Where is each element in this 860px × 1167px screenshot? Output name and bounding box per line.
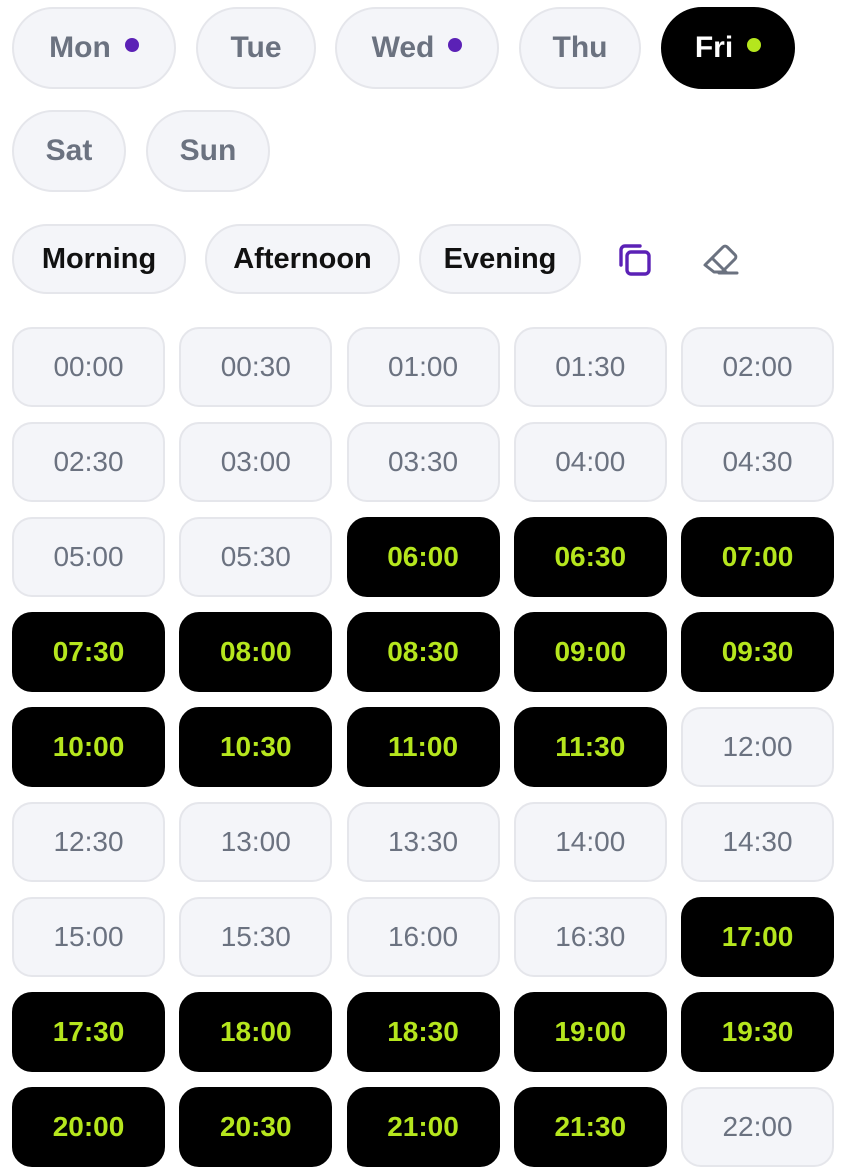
time-slot-0430[interactable]: 04:30 (681, 422, 834, 502)
time-slot-0130[interactable]: 01:30 (513, 327, 667, 407)
period-label: Morning (41, 242, 157, 275)
time-slot-0530[interactable]: 05:30 (179, 517, 333, 597)
time-slot-0830[interactable]: 08:30 (346, 612, 500, 692)
time-slot-1200[interactable]: 12:00 (681, 707, 834, 787)
time-slot-0500[interactable]: 05:00 (12, 517, 165, 597)
time-slot-0400[interactable]: 04:00 (513, 422, 667, 502)
time-slot-1500[interactable]: 15:00 (12, 897, 165, 977)
time-slot-1600[interactable]: 16:00 (346, 897, 500, 977)
day-label: Sat (45, 134, 93, 167)
time-slot-1630[interactable]: 16:30 (513, 897, 667, 977)
time-slot-1100[interactable]: 11:00 (346, 707, 500, 787)
time-slot-1430[interactable]: 14:30 (681, 802, 834, 882)
copy-icon[interactable] (611, 236, 659, 284)
time-slot-0800[interactable]: 08:00 (179, 612, 333, 692)
time-slot-0700[interactable]: 07:00 (681, 517, 834, 597)
has-slots-dot (747, 38, 762, 52)
time-slot-1230[interactable]: 12:30 (12, 802, 165, 882)
day-label: Wed (371, 31, 435, 64)
time-slot-1130[interactable]: 11:30 (513, 707, 667, 787)
time-slot-0600[interactable]: 06:00 (346, 517, 500, 597)
time-slot-0230[interactable]: 02:30 (12, 422, 165, 502)
time-slot-1000[interactable]: 10:00 (12, 707, 165, 787)
time-slot-0900[interactable]: 09:00 (513, 612, 667, 692)
evening-button[interactable]: Evening (419, 224, 581, 294)
time-slot-1330[interactable]: 13:30 (346, 802, 500, 882)
time-slot-1300[interactable]: 13:00 (179, 802, 333, 882)
time-slot-2130[interactable]: 21:30 (513, 1087, 667, 1167)
morning-button[interactable]: Morning (12, 224, 186, 294)
time-slot-0030[interactable]: 00:30 (179, 327, 333, 407)
time-slot-2200[interactable]: 22:00 (681, 1087, 834, 1167)
time-slot-0100[interactable]: 01:00 (346, 327, 500, 407)
day-pill-fri[interactable]: Fri (661, 7, 795, 89)
time-slot-1030[interactable]: 10:30 (179, 707, 333, 787)
time-slot-0630[interactable]: 06:30 (513, 517, 667, 597)
day-pill-mon[interactable]: Mon (12, 7, 176, 89)
day-pill-tue[interactable]: Tue (196, 7, 316, 89)
time-slot-0300[interactable]: 03:00 (179, 422, 333, 502)
day-label: Sun (179, 134, 237, 167)
time-slot-2000[interactable]: 20:00 (12, 1087, 165, 1167)
day-pill-thu[interactable]: Thu (519, 7, 641, 89)
day-pill-sun[interactable]: Sun (146, 110, 270, 192)
has-slots-dot (124, 38, 139, 52)
time-slot-0730[interactable]: 07:30 (12, 612, 165, 692)
time-slot-1700[interactable]: 17:00 (681, 897, 834, 977)
time-slot-0000[interactable]: 00:00 (12, 327, 165, 407)
time-slot-0200[interactable]: 02:00 (681, 327, 834, 407)
time-slot-1400[interactable]: 14:00 (513, 802, 667, 882)
time-slot-2030[interactable]: 20:30 (179, 1087, 333, 1167)
day-pill-wed[interactable]: Wed (335, 7, 499, 89)
period-label: Evening (443, 242, 557, 275)
day-label: Fri (694, 31, 734, 64)
time-slot-1530[interactable]: 15:30 (179, 897, 333, 977)
time-slot-1830[interactable]: 18:30 (346, 992, 500, 1072)
day-pill-sat[interactable]: Sat (12, 110, 126, 192)
time-slot-2100[interactable]: 21:00 (346, 1087, 500, 1167)
eraser-icon[interactable] (697, 236, 745, 284)
has-slots-dot (448, 38, 463, 52)
time-slot-grid: 00:00 00:30 01:00 01:30 02:00 02:30 03:00 03:30… (12, 327, 834, 1167)
time-slot-0930[interactable]: 09:30 (681, 612, 834, 692)
time-slot-1730[interactable]: 17:30 (12, 992, 165, 1072)
afternoon-button[interactable]: Afternoon (205, 224, 400, 294)
time-slot-0330[interactable]: 03:30 (346, 422, 500, 502)
period-label: Afternoon (233, 242, 372, 275)
day-label: Tue (230, 31, 282, 64)
time-slot-1800[interactable]: 18:00 (179, 992, 333, 1072)
day-label: Thu (552, 31, 608, 64)
day-label: Mon (49, 31, 111, 64)
time-slot-1900[interactable]: 19:00 (513, 992, 667, 1072)
time-slot-1930[interactable]: 19:30 (681, 992, 834, 1072)
